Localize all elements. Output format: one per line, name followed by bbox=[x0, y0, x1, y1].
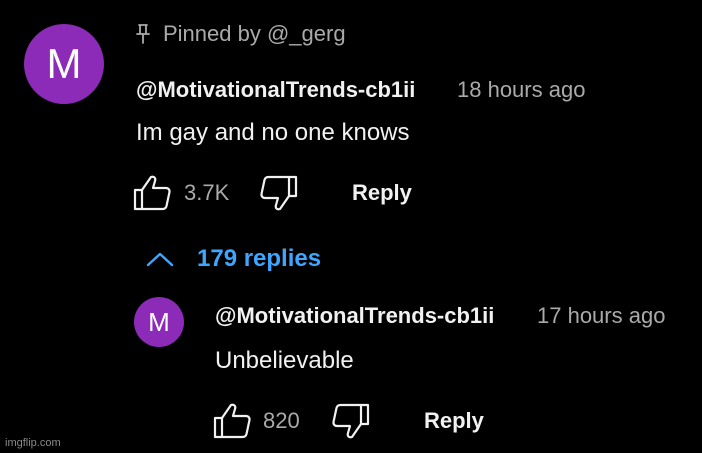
avatar[interactable]: M bbox=[24, 24, 104, 104]
chevron-up-icon[interactable] bbox=[145, 250, 175, 268]
dislike-icon[interactable] bbox=[259, 174, 299, 212]
reply-avatar[interactable]: M bbox=[134, 297, 184, 347]
reply-timestamp[interactable]: 17 hours ago bbox=[537, 303, 665, 329]
reply-like-count: 820 bbox=[263, 408, 300, 433]
replies-toggle[interactable]: 179 replies bbox=[197, 245, 321, 273]
reply-button[interactable]: Reply bbox=[352, 180, 412, 206]
comment-author[interactable]: @MotivationalTrends-cb1ii bbox=[136, 77, 415, 103]
dislike-icon[interactable] bbox=[331, 402, 371, 440]
avatar-letter: M bbox=[148, 306, 170, 337]
pinned-label: Pinned by @_gerg bbox=[163, 21, 346, 46]
pin-icon bbox=[136, 24, 150, 44]
watermark: imgflip.com bbox=[5, 437, 61, 449]
avatar-letter: M bbox=[46, 40, 82, 87]
comment-timestamp[interactable]: 18 hours ago bbox=[457, 77, 585, 103]
reply-button[interactable]: Reply bbox=[424, 408, 484, 434]
like-count: 3.7K bbox=[184, 180, 230, 205]
like-icon[interactable] bbox=[212, 402, 252, 440]
like-icon[interactable] bbox=[132, 174, 172, 212]
reply-text: Unbelievable bbox=[215, 347, 354, 374]
reply-author[interactable]: @MotivationalTrends-cb1ii bbox=[215, 303, 494, 329]
comment-text: Im gay and no one knows bbox=[136, 119, 410, 146]
